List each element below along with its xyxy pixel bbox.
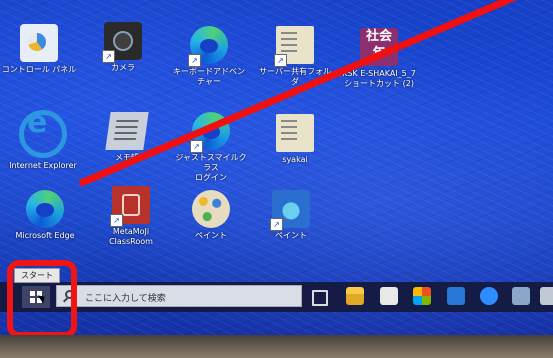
desktop-icon-label: syakai <box>282 155 308 164</box>
notepad-icon <box>105 112 149 150</box>
file-explorer-icon[interactable] <box>346 287 364 305</box>
annotation-highlight-box <box>7 260 77 335</box>
edge-icon <box>26 190 64 228</box>
desktop-icon-control-panel[interactable]: コントロール パネル <box>0 24 78 75</box>
desktop-icon-label: MetaMoJi ClassRoom <box>109 227 153 246</box>
desktop-icon-paint[interactable]: ペイント <box>172 190 250 241</box>
zoom-icon[interactable] <box>480 287 498 305</box>
desktop-icon-label: キーボードアドベンチャー <box>173 67 245 86</box>
camera-icon: ↗ <box>102 22 142 63</box>
microsoft-store-icon[interactable] <box>413 287 431 305</box>
desktop-icon-syakai[interactable]: syakai <box>256 114 334 165</box>
paint-3d-icon: ↗ <box>270 190 310 231</box>
laptop-bezel <box>0 335 553 358</box>
desktop-icon-paint-3d[interactable]: ↗ ペイント <box>252 190 330 241</box>
desktop-icon-keyboard-adventure[interactable]: ↗ キーボードアドベンチャー <box>170 26 248 87</box>
shortcut-arrow-icon: ↗ <box>190 140 203 153</box>
paint-icon <box>192 190 230 228</box>
taskbar-app-icon[interactable] <box>380 287 398 305</box>
internet-explorer-icon <box>19 105 67 158</box>
desktop-icon-label: コントロール パネル <box>1 65 77 74</box>
desktop-icon-internet-explorer[interactable]: Internet Explorer <box>4 105 82 171</box>
mail-icon[interactable] <box>447 287 465 305</box>
desktop-icon-metamoji[interactable]: ↗ MetaMoJi ClassRoom <box>92 186 170 247</box>
desktop-icon-microsoft-edge[interactable]: Microsoft Edge <box>6 190 84 241</box>
taskbar-search-box[interactable]: ここに入力して検索 <box>56 285 302 307</box>
desktop-icon-label: カメラ <box>111 63 135 72</box>
document-icon <box>276 114 314 152</box>
desktop-screen: コントロール パネル ↗ カメラ ↗ キーボードアドベンチャー ↗ サーバー共有… <box>0 0 553 335</box>
shortcut-arrow-icon: ↗ <box>188 54 201 67</box>
task-view-icon[interactable] <box>312 290 328 306</box>
desktop-icon-label: ペイント <box>275 231 307 240</box>
shortcut-arrow-icon: ↗ <box>110 214 123 227</box>
desktop-icon-camera[interactable]: ↗ カメラ <box>84 22 162 73</box>
desktop-icon-label: Internet Explorer <box>9 161 77 170</box>
edge-icon: ↗ <box>188 26 228 67</box>
desktop-icon-label: KSK E-SHAKAI_5_7 ショートカット (2) <box>342 69 416 88</box>
desktop-icon-label: ジャストスマイルクラス ログイン <box>175 153 247 182</box>
desktop-icon-label: Microsoft Edge <box>15 231 75 240</box>
taskbar-app-icon[interactable] <box>512 287 530 305</box>
taskbar-app-icon[interactable] <box>540 287 553 305</box>
search-placeholder: ここに入力して検索 <box>85 294 166 304</box>
shortcut-arrow-icon: ↗ <box>270 218 283 231</box>
desktop-icon-label: ペイント <box>195 231 227 240</box>
document-icon: ↗ <box>274 26 314 67</box>
control-panel-icon <box>20 24 58 62</box>
shortcut-arrow-icon: ↗ <box>102 50 115 63</box>
shortcut-arrow-icon: ↗ <box>274 54 287 67</box>
metamoji-icon: ↗ <box>110 186 150 227</box>
